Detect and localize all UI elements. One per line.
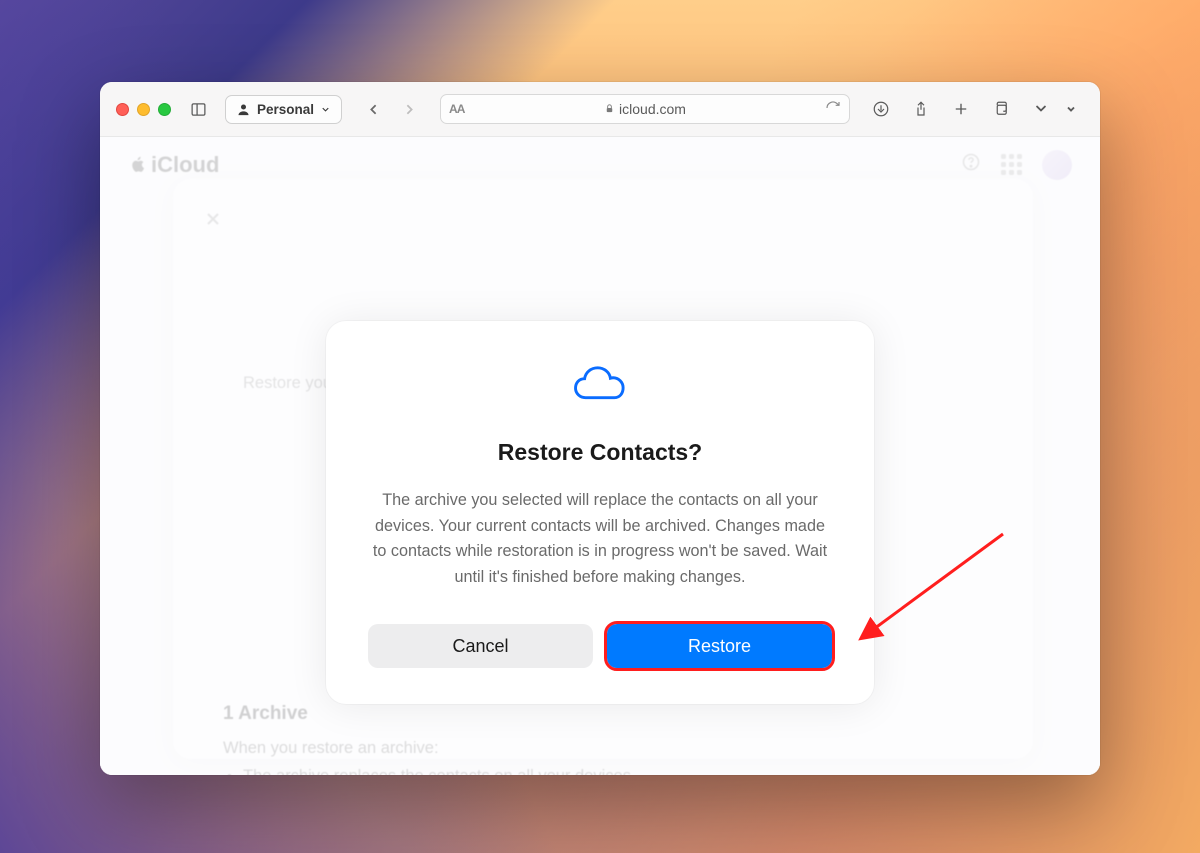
reader-icon[interactable]: AA [449,102,464,116]
window-controls [116,103,171,116]
cloud-icon [368,365,832,405]
downloads-icon[interactable] [868,96,894,122]
close-window-button[interactable] [116,103,129,116]
share-icon[interactable] [908,96,934,122]
forward-button[interactable] [396,96,422,122]
minimize-window-button[interactable] [137,103,150,116]
profile-label: Personal [257,102,314,117]
reload-icon[interactable] [825,100,841,119]
safari-window: Personal AA icloud.com [100,82,1100,775]
restore-button[interactable]: Restore [607,624,832,668]
address-bar[interactable]: AA icloud.com [440,94,850,124]
dialog-body: The archive you selected will replace th… [368,488,832,590]
dialog-title: Restore Contacts? [368,439,832,466]
browser-toolbar: Personal AA icloud.com [100,82,1100,137]
overflow-icon[interactable] [1028,96,1054,122]
profile-selector[interactable]: Personal [225,95,342,124]
maximize-window-button[interactable] [158,103,171,116]
back-button[interactable] [360,96,386,122]
tabs-icon[interactable] [988,96,1014,122]
page-content: iCloud Restore your contacts from an arc… [100,137,1100,775]
sidebar-toggle-icon[interactable] [185,96,211,122]
person-icon [236,102,251,117]
chevron-down-icon [320,104,331,115]
cancel-button[interactable]: Cancel [368,624,593,668]
new-tab-icon[interactable] [948,96,974,122]
restore-dialog: Restore Contacts? The archive you select… [326,321,874,704]
lock-icon [604,101,619,117]
url-text: icloud.com [619,101,686,117]
more-icon[interactable] [1058,96,1084,122]
